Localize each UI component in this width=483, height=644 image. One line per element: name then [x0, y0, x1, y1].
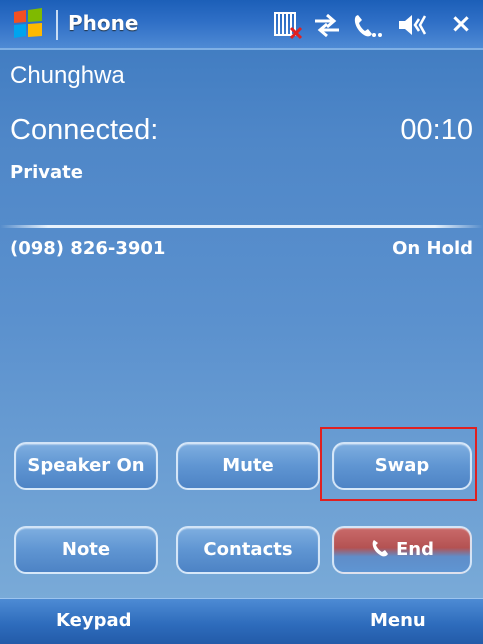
held-call-number[interactable]: (098) 826-3901: [10, 238, 165, 259]
held-call-status: On Hold: [392, 238, 473, 259]
phone-handset-icon: [372, 540, 388, 557]
title-bar: Phone ×: [0, 0, 483, 50]
end-call-button[interactable]: End: [332, 526, 472, 574]
windows-start-icon[interactable]: [10, 8, 46, 40]
phone-call-icon[interactable]: [350, 10, 384, 40]
speaker-on-button[interactable]: Speaker On: [14, 442, 158, 490]
keypad-softkey[interactable]: Keypad: [56, 610, 132, 631]
speaker-mute-icon[interactable]: [395, 10, 429, 40]
call-divider: [0, 225, 483, 228]
note-button[interactable]: Note: [14, 526, 158, 574]
end-call-label: End: [396, 539, 434, 560]
selection-highlight: [320, 427, 477, 501]
title-separator: [56, 10, 58, 40]
call-timer: 00:10: [400, 114, 473, 146]
carrier-name: Chunghwa: [10, 62, 125, 89]
data-connection-icon[interactable]: [311, 10, 345, 40]
phone-screen: Phone × Chunghwa Connected: 00:10 Privat…: [0, 0, 483, 644]
caller-id: Private: [10, 162, 83, 183]
call-status-label: Connected:: [10, 114, 159, 146]
close-button[interactable]: ×: [446, 10, 476, 38]
app-title: Phone: [68, 11, 139, 35]
mute-button[interactable]: Mute: [176, 442, 320, 490]
menu-softkey[interactable]: Menu: [370, 610, 426, 631]
no-sim-icon[interactable]: [272, 10, 306, 40]
contacts-button[interactable]: Contacts: [176, 526, 320, 574]
softkey-bar: Keypad Menu: [0, 598, 483, 644]
